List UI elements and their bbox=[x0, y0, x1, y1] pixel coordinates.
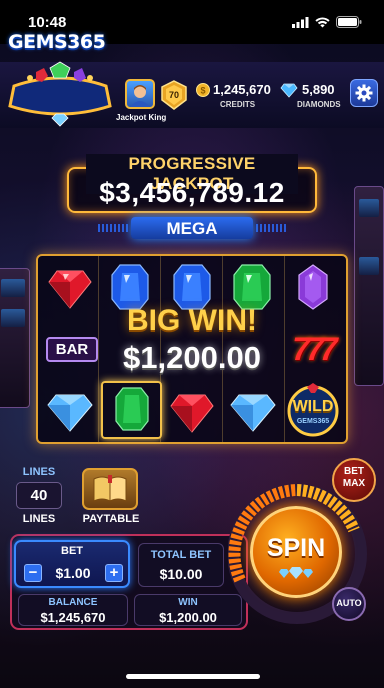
lines-value[interactable]: 40 bbox=[16, 482, 62, 509]
background-slot-machine bbox=[0, 268, 30, 408]
logo-text: GEMS365 bbox=[8, 31, 106, 53]
jackpot-stripes-left bbox=[98, 224, 128, 232]
diamonds-value: 5,890 bbox=[302, 82, 335, 97]
paytable-button[interactable] bbox=[82, 468, 138, 510]
signal-icon bbox=[292, 16, 309, 28]
diamond-currency-icon bbox=[280, 83, 298, 98]
home-indicator[interactable] bbox=[126, 674, 260, 679]
jackpot-tier: MEGA bbox=[166, 219, 218, 238]
player-avatar[interactable] bbox=[125, 79, 155, 109]
total-bet-label: TOTAL BET bbox=[150, 549, 212, 561]
book-icon bbox=[93, 475, 127, 502]
gems365-logo bbox=[8, 61, 112, 127]
bet-value: $1.00 bbox=[55, 565, 91, 581]
coin-icon: $ bbox=[196, 83, 210, 97]
jackpot-amount: $3,456,789.12 bbox=[99, 177, 285, 208]
big-win-title: BIG WIN! bbox=[127, 304, 257, 337]
paytable-label: PAYTABLE bbox=[82, 513, 140, 525]
seven-symbol: 777 bbox=[292, 331, 337, 367]
ruby-symbol bbox=[164, 388, 220, 438]
balance-label: BALANCE bbox=[48, 597, 98, 608]
emerald-symbol bbox=[104, 384, 160, 434]
jackpot-stripes-right bbox=[256, 224, 286, 232]
bet-decrease-button[interactable]: − bbox=[24, 564, 42, 582]
bet-label: BET bbox=[61, 545, 83, 557]
wild-label: WILD bbox=[292, 398, 334, 415]
bar-symbol: BAR bbox=[46, 337, 98, 362]
credits-value: 1,245,670 bbox=[213, 82, 271, 97]
auto-label: AUTO bbox=[336, 598, 362, 608]
settings-button[interactable] bbox=[350, 79, 378, 107]
spin-gems-icon bbox=[279, 567, 313, 579]
svg-text:$: $ bbox=[200, 86, 205, 96]
win-value: $1,200.00 bbox=[159, 610, 217, 625]
bet-increase-button[interactable]: + bbox=[105, 564, 123, 582]
credits-label: CREDITS bbox=[220, 100, 256, 109]
lines-sublabel: LINES bbox=[22, 513, 56, 525]
status-time: 10:48 bbox=[28, 13, 67, 31]
ruby-symbol bbox=[42, 264, 98, 314]
total-bet-value: $10.00 bbox=[159, 566, 203, 582]
diamond-symbol bbox=[42, 388, 98, 438]
gear-icon bbox=[355, 84, 373, 102]
diamonds-label: DIAMONDS bbox=[297, 100, 341, 109]
wifi-icon bbox=[315, 16, 330, 27]
big-win-amount: $1,200.00 bbox=[123, 340, 261, 375]
lines-label: LINES bbox=[22, 466, 56, 478]
spin-label: SPIN bbox=[266, 534, 326, 562]
balance-value: $1,245,670 bbox=[40, 610, 106, 625]
battery-icon bbox=[336, 16, 362, 28]
diamond-symbol bbox=[225, 388, 281, 438]
bet-max-label: BET MAX bbox=[342, 466, 366, 489]
background-slot-machine bbox=[354, 186, 384, 386]
status-icons bbox=[292, 16, 362, 28]
username: Jackpot King bbox=[116, 113, 167, 122]
amethyst-symbol bbox=[285, 262, 341, 312]
player-level: 70 bbox=[168, 90, 179, 100]
win-label: WIN bbox=[178, 597, 198, 608]
wild-sublabel: GEMS365 bbox=[296, 418, 330, 425]
